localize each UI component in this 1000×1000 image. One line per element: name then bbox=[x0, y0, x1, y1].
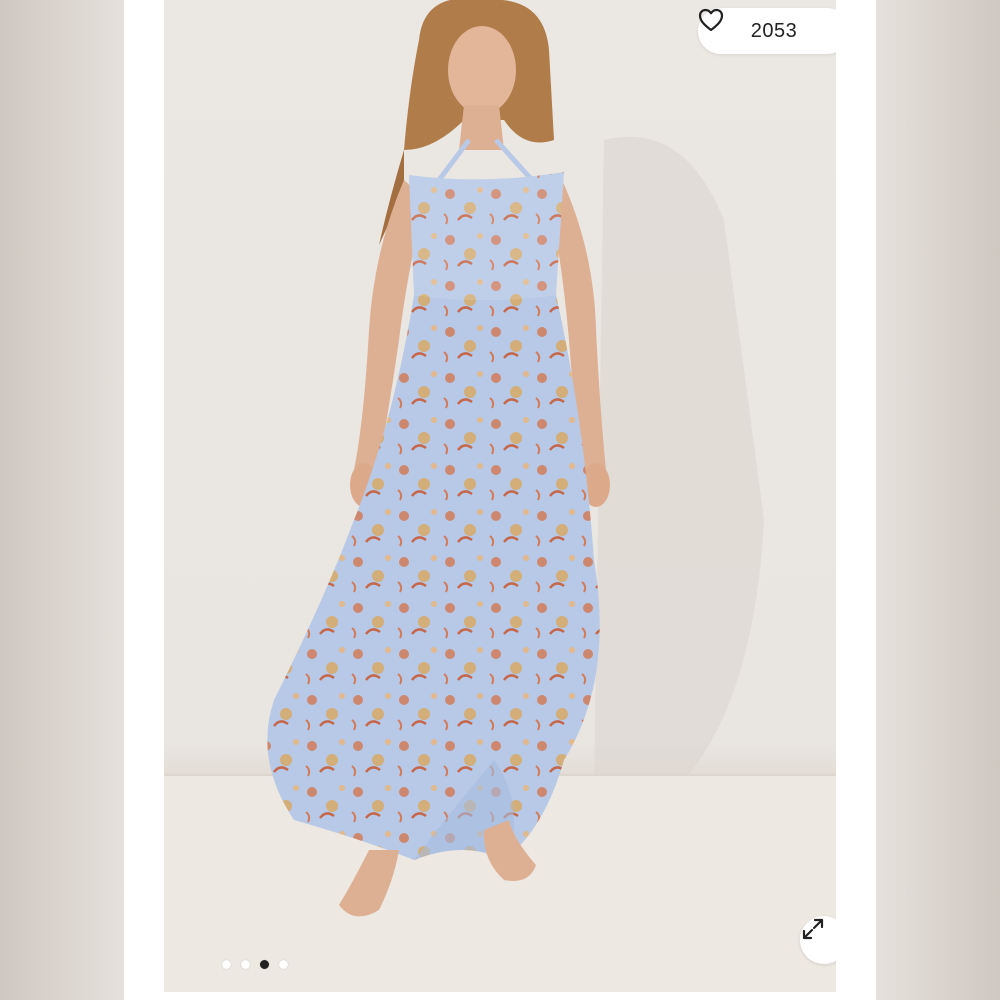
blurred-backdrop-right bbox=[876, 0, 1000, 1000]
image-carousel-indicator bbox=[222, 960, 288, 969]
model-wearing-dress-illustration bbox=[164, 0, 836, 992]
product-image-card: 2053 bbox=[124, 0, 876, 1000]
product-photo[interactable]: 2053 bbox=[164, 0, 836, 992]
expand-arrows-icon bbox=[802, 918, 824, 940]
carousel-dot-active[interactable] bbox=[260, 960, 269, 969]
blurred-backdrop-left bbox=[0, 0, 124, 1000]
like-button[interactable]: 2053 bbox=[698, 8, 836, 54]
carousel-dot[interactable] bbox=[222, 960, 231, 969]
carousel-dot[interactable] bbox=[241, 960, 250, 969]
heart-outline-icon bbox=[698, 8, 724, 32]
like-count: 2053 bbox=[750, 19, 798, 42]
carousel-dot[interactable] bbox=[279, 960, 288, 969]
